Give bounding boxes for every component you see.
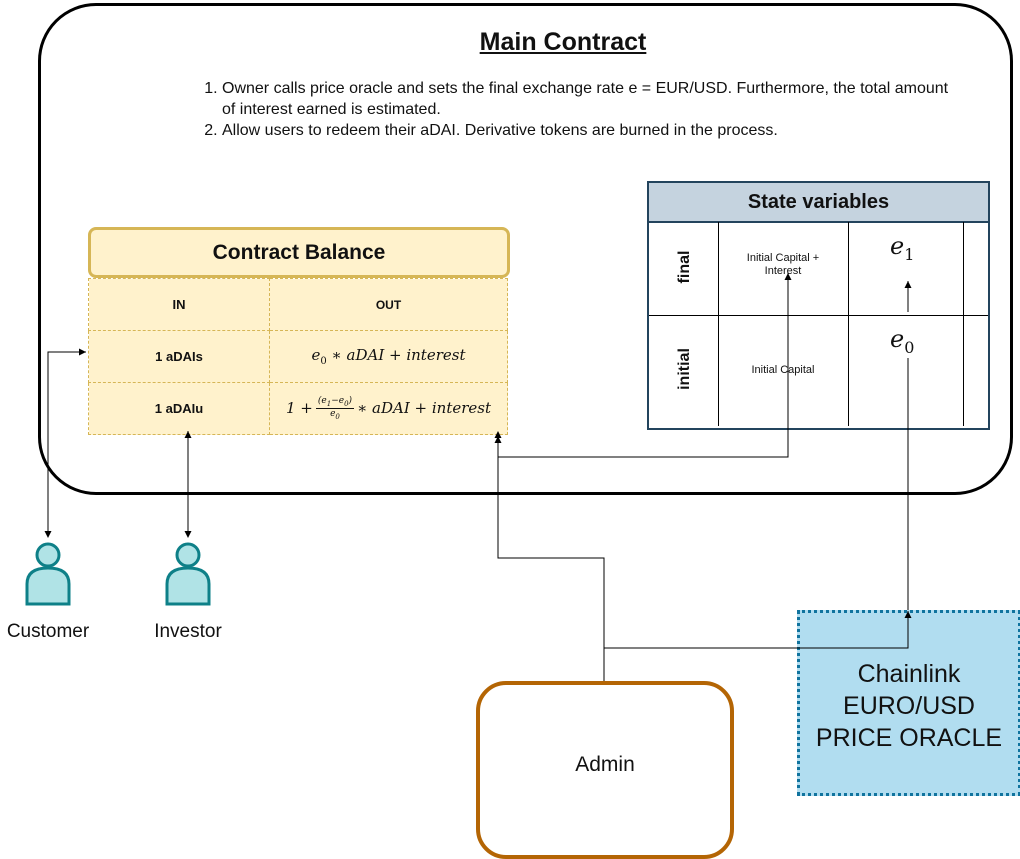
admin-oracle-link <box>603 611 912 681</box>
balance-state-link <box>494 273 792 458</box>
customer-link <box>44 348 86 538</box>
admin-balance-link <box>494 436 605 681</box>
connector-layer <box>44 273 912 681</box>
